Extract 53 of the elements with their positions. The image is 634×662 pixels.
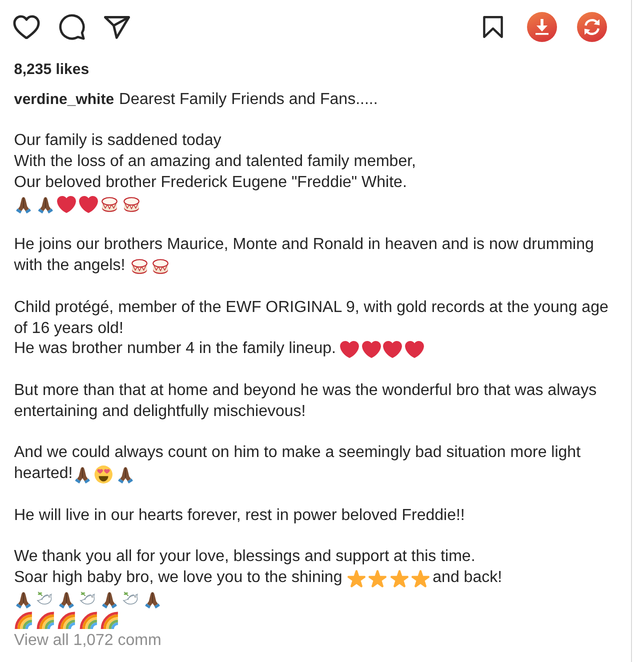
- rainbow-icon: [78, 610, 98, 630]
- caption-line: entertaining and delightfully mischievous!: [14, 402, 306, 422]
- heart-icon: [362, 340, 381, 360]
- rainbow-icon: [14, 610, 33, 630]
- rainbow-icon: [100, 610, 119, 630]
- star-icon: [368, 569, 388, 588]
- bookmark-icon[interactable]: [483, 16, 503, 38]
- praying-hands-icon: [57, 590, 76, 609]
- caption-line: And we could always count on him to make a seemingly bad situation more light: [14, 443, 581, 464]
- star-icon: [411, 569, 430, 588]
- caption-line: Our beloved brother Frederick Eugene "Freddie" White.: [14, 172, 407, 193]
- heart-icon: [78, 194, 98, 214]
- refresh-icon[interactable]: [577, 12, 607, 42]
- caption-line: With the loss of an amazing and talented family member,: [14, 152, 416, 172]
- heart-icon: [340, 340, 360, 360]
- praying-hands-icon: [143, 590, 162, 609]
- praying-hands-icon: [116, 465, 135, 484]
- praying-hands-icon: [72, 465, 92, 484]
- caption-line: We thank you all for your love, blessings and support at this time.: [14, 547, 476, 568]
- star-icon: [346, 569, 366, 588]
- heart-icon: [383, 340, 402, 360]
- praying-hands-icon: [100, 590, 119, 609]
- drum-icon: [130, 257, 149, 276]
- heart-icon: [57, 194, 76, 214]
- caption-line: Soar high baby bro, we love you to the shining: [14, 568, 344, 588]
- drum-icon: [151, 257, 170, 276]
- caption-line: with the angels!: [14, 256, 126, 276]
- praying-hands-icon: [14, 194, 33, 214]
- caption-line: Child protégé, member of the EWF ORIGINAL 9, with gold records at the young age: [14, 298, 608, 318]
- caption-line: Dearest Family Friends and Fans.....: [119, 90, 378, 110]
- rainbow-icon: [36, 610, 54, 630]
- caption-line: and back!: [432, 568, 502, 588]
- comment-icon[interactable]: [59, 14, 85, 40]
- caption-line: hearted!: [14, 464, 73, 484]
- caption-line: Our family is saddened today: [14, 131, 222, 152]
- caption-line: of 16 years old!: [14, 318, 124, 339]
- send-icon[interactable]: [104, 16, 130, 38]
- rainbow-icon: [57, 610, 76, 630]
- praying-hands-icon: [14, 590, 33, 609]
- heart-icon: [404, 340, 424, 360]
- star-icon: [390, 569, 409, 588]
- heart-eyes-face-icon: [94, 465, 114, 484]
- heart-icon[interactable]: [13, 14, 40, 40]
- praying-hands-icon: [36, 194, 54, 214]
- drum-icon: [122, 194, 140, 214]
- caption-line: He joins our brothers Maurice, Monte and Ronald in heaven and is now drumming: [14, 235, 594, 256]
- drum-icon: [100, 194, 119, 214]
- likes-count[interactable]: 8,235 likes: [14, 60, 631, 81]
- username-link[interactable]: verdine_white: [14, 90, 114, 111]
- download-icon[interactable]: [527, 12, 557, 42]
- caption-line: But more than that at home and beyond he was the wonderful bro that was always: [14, 380, 597, 401]
- caption-line: He was brother number 4 in the family lineup.: [14, 339, 337, 360]
- caption-line: He will live in our hearts forever, rest in power beloved Freddie!!: [14, 506, 465, 526]
